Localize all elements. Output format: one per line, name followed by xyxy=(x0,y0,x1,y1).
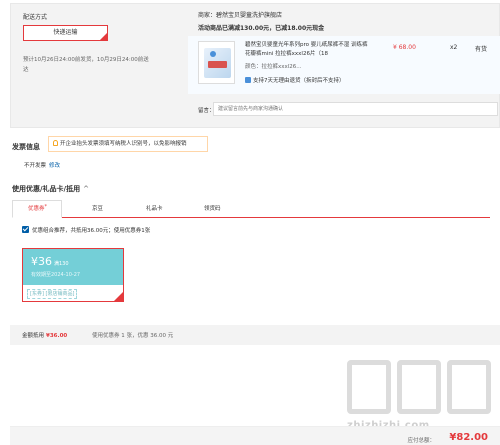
item-price: ¥ 68.00 xyxy=(393,44,416,51)
promo-text: 活动商品已满减130.00元，已减18.00元现金 xyxy=(198,25,325,32)
coupon-summary: 金额抵用 ¥36.00 使用优惠券 1 张，优惠 36.00 元 xyxy=(10,325,500,345)
item-color: 颜色：拉拉裤xxxl26... xyxy=(245,64,302,70)
item-stock: 有货 xyxy=(475,46,488,53)
combo-text: 优惠组合推荐，共抵用36.00元；使用优惠券1张 xyxy=(32,228,151,234)
seller-section: 商家：碧然宝贝婴童洗护旗舰店 活动商品已满减130.00元，已减18.00元现金… xyxy=(188,4,500,127)
summary-amount: ¥36.00 xyxy=(46,333,68,339)
invoice-title: 发票信息 xyxy=(12,143,40,151)
delivery-section: 配送方式 快递运输 预计10月26日24:00前发货，10月29日24:00前送… xyxy=(11,4,181,127)
selected-check-icon xyxy=(114,292,123,301)
totals-list: ¥ ¥ ¥ ¥ xyxy=(350,360,491,404)
invoice-hint: 开企业抬头发票须填写纳税人识别号，以免影响报销 xyxy=(48,136,208,152)
invoice-edit-link[interactable]: 修改 xyxy=(49,163,60,169)
coupon-amount-value: ¥36 xyxy=(31,255,52,268)
pay-bar: 应付总额： ¥82.00 xyxy=(10,426,500,445)
coupon-card-bottom: [东券] [限店铺商品] xyxy=(23,285,123,301)
combo-checkbox[interactable] xyxy=(22,226,29,233)
return-policy-icon xyxy=(245,77,251,83)
ship-note: 预计10月26日24:00前发货，10月29日24:00前送达 xyxy=(23,57,149,73)
remark-input[interactable] xyxy=(213,102,498,116)
coupon-card-top: ¥36 满130 有效期至2024-10-27 xyxy=(23,249,123,285)
tab-coupons-label: 优惠券 xyxy=(28,206,45,212)
coupon-tabs: 优惠券* 京豆 礼品卡 领货码 xyxy=(12,200,490,218)
total-row: ¥ xyxy=(486,373,491,379)
summary-label: 金额抵用 ¥36.00 xyxy=(22,331,67,339)
seller-label: 商家： xyxy=(198,12,217,19)
pay-amount: ¥82.00 xyxy=(449,432,488,443)
seller-name[interactable]: 碧然宝贝婴童洗护旗舰店 xyxy=(216,12,282,19)
lightbulb-icon xyxy=(53,140,58,146)
tab-gift-card[interactable]: 礼品卡 xyxy=(146,204,163,212)
coupon-expire: 有效期至2024-10-27 xyxy=(31,272,81,278)
total-row: ¥ xyxy=(486,362,491,368)
product-image xyxy=(204,48,231,78)
item-quantity: x2 xyxy=(450,44,458,51)
tab-jingdou[interactable]: 京豆 xyxy=(92,204,103,212)
invoice-hint-text: 开企业抬头发票须填写纳税人识别号，以免影响报销 xyxy=(60,141,187,147)
item-row: 碧然宝贝婴童光年系列pro 婴儿纸尿裤不湿 训练裤花瓣裤mini 拉拉裤xxxl… xyxy=(188,36,500,94)
coupon-title-text: 使用优惠/礼品卡/抵用 xyxy=(12,185,81,193)
tab-coupons-star: * xyxy=(44,204,48,210)
coupon-card[interactable]: ¥36 满130 有效期至2024-10-27 [东券] [限店铺商品] xyxy=(22,248,124,302)
combo-recommend[interactable]: 优惠组合推荐，共抵用36.00元；使用优惠券1张 xyxy=(22,226,150,234)
delivery-method-button[interactable]: 快递运输 xyxy=(23,25,108,41)
tab-coupons[interactable]: 优惠券* xyxy=(28,204,47,212)
coupon-section-title[interactable]: 使用优惠/礼品卡/抵用 ^ xyxy=(12,184,89,194)
pay-label: 应付总额： xyxy=(407,438,435,444)
total-row: ¥ xyxy=(486,395,491,401)
coupon-condition: 满130 xyxy=(54,261,69,267)
return-policy: 支持7天无理由退货（拆封后不支持） xyxy=(245,76,345,84)
product-thumbnail[interactable] xyxy=(198,41,235,84)
total-row: ¥ xyxy=(486,384,491,390)
coupon-amount: ¥36 满130 xyxy=(31,255,69,268)
invoice-status-text: 不开发票 xyxy=(24,163,47,169)
item-name[interactable]: 碧然宝贝婴童光年系列pro 婴儿纸尿裤不湿 训练裤花瓣裤mini 拉拉裤xxxl… xyxy=(245,41,370,59)
summary-detail: 使用优惠券 1 张，优惠 36.00 元 xyxy=(92,333,174,339)
tab-redeem-code[interactable]: 领货码 xyxy=(204,204,221,212)
seller-line: 商家：碧然宝贝婴童洗护旗舰店 xyxy=(198,10,282,19)
order-card: 配送方式 快递运输 预计10月26日24:00前发货，10月29日24:00前送… xyxy=(10,3,500,128)
delivery-title: 配送方式 xyxy=(23,14,48,21)
coupon-scope: [东券] [限店铺商品] xyxy=(27,289,78,299)
return-policy-text: 支持7天无理由退货（拆封后不支持） xyxy=(253,78,345,84)
chevron-up-icon[interactable]: ^ xyxy=(83,185,89,193)
invoice-status: 不开发票 修改 xyxy=(24,161,60,169)
summary-label-text: 金额抵用 xyxy=(22,333,45,339)
